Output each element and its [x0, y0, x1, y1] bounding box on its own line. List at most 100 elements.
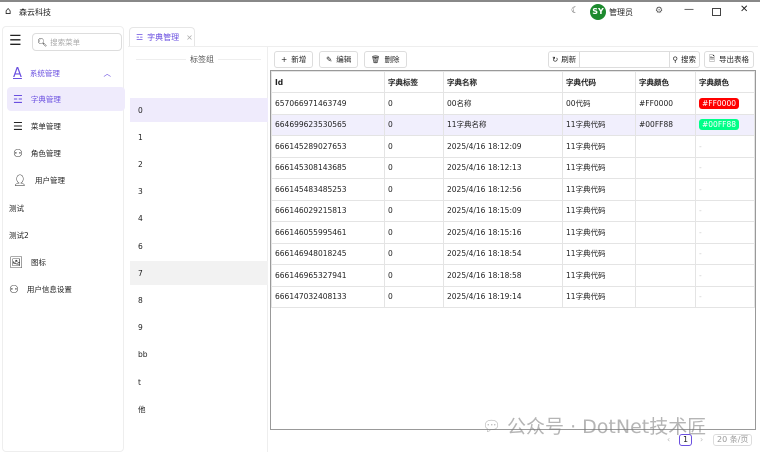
sidebar-item-role[interactable]: ⚇ 角色管理: [7, 141, 125, 165]
search-button[interactable]: ⚲ 搜索: [668, 52, 700, 67]
table-cell: 666146965327941: [271, 264, 385, 287]
column-header[interactable]: 字典标签: [384, 71, 444, 93]
label-group-item[interactable]: t: [130, 370, 268, 394]
sidebar-item-dict[interactable]: ☲ 字典管理: [7, 87, 125, 111]
label-group-item[interactable]: 2: [130, 152, 268, 176]
table-cell: 664699623530565: [271, 113, 385, 136]
table-row[interactable]: 666145483485253 0 2025/4/16 18:12:56 11字典代码…: [271, 178, 755, 201]
search-icon: ⚲: [672, 55, 679, 64]
table-cell: 0: [384, 156, 444, 179]
watermark-text: 公众号 · DotNet技术匠: [507, 416, 707, 438]
dict-icon: ☲: [13, 92, 23, 106]
item-label: 图标: [30, 257, 46, 267]
label-group-item[interactable]: 4: [130, 207, 268, 231]
label-group-item[interactable]: 6: [130, 234, 268, 258]
table-cell: 666145483485253: [271, 178, 385, 201]
label-group-item[interactable]: 1: [130, 125, 268, 149]
item-label: 测试: [9, 203, 24, 213]
column-header[interactable]: 字典代码: [562, 71, 636, 93]
table-cell: #00FF88: [695, 113, 755, 136]
table-cell: 666146948018245: [271, 242, 385, 265]
export-button[interactable]: 🗎 导出表格: [704, 51, 755, 68]
column-header[interactable]: 字典名称: [443, 71, 563, 93]
theme-moon-icon[interactable]: ☾: [571, 6, 579, 16]
next-page-button[interactable]: ›: [700, 435, 703, 444]
btn-label: 编辑: [336, 55, 352, 64]
column-header[interactable]: 字典颜色: [695, 71, 755, 93]
table-row[interactable]: 666145289027653 0 2025/4/16 18:12:09 11字典代码…: [271, 135, 755, 158]
item-label: 用户信息设置: [26, 284, 72, 294]
table-cell: 0: [384, 264, 444, 287]
sidebar-item-user[interactable]: 👤︎ 用户管理: [7, 168, 125, 192]
font-a-icon: A: [13, 65, 22, 81]
home-icon[interactable]: ⌂: [5, 6, 11, 17]
search-icon: 🔍︎: [37, 37, 48, 47]
table-row[interactable]: 666147032408133 0 2025/4/16 18:19:14 11字典代码…: [271, 285, 755, 308]
btn-label: 新增: [291, 55, 307, 64]
label-group-item[interactable]: 他: [130, 397, 268, 421]
wechat-icon: 💬︎: [482, 416, 502, 435]
table-cell: 00代码: [562, 92, 636, 115]
table-cell: [635, 285, 696, 308]
close-button[interactable]: ✕: [740, 4, 748, 15]
settings-gear-icon[interactable]: ⚙: [655, 6, 663, 16]
search-menu-input[interactable]: 🔍︎ 搜索菜单: [32, 33, 122, 51]
table-cell: 0: [384, 135, 444, 158]
table-cell: 11字典代码: [562, 242, 636, 265]
refresh-button[interactable]: ↻ 刷新: [549, 52, 581, 67]
table-row[interactable]: 666145308143685 0 2025/4/16 18:12:13 11字典代码…: [271, 156, 755, 179]
table-cell: [635, 156, 696, 179]
btn-label: 导出表格: [719, 55, 750, 64]
add-button[interactable]: + 新增: [274, 51, 314, 68]
page-size-select[interactable]: 20 条/页: [713, 434, 753, 446]
search-input[interactable]: [584, 52, 664, 67]
table-cell: 11字典名称: [443, 113, 563, 136]
prev-page-button[interactable]: ‹: [667, 435, 670, 444]
sidebar-item-user-settings[interactable]: ⚇ 用户信息设置: [3, 277, 121, 301]
table-cell: 2025/4/16 18:19:14: [443, 285, 563, 308]
sidebar-item-test[interactable]: 测试: [3, 196, 121, 220]
tab-dict[interactable]: ☲ 字典管理 ×: [129, 27, 195, 46]
column-header[interactable]: 字典颜色: [635, 71, 696, 93]
table-cell: #FF0000: [695, 92, 755, 115]
close-tab-icon[interactable]: ×: [186, 33, 193, 42]
search-group: ↻ 刷新 ⚲ 搜索: [548, 51, 700, 68]
hamburger-menu-icon[interactable]: ☰: [9, 33, 22, 49]
table-row[interactable]: 666146965327941 0 2025/4/16 18:18:58 11字典代码…: [271, 264, 755, 287]
edit-icon: ✎: [326, 55, 333, 64]
username[interactable]: 管理员: [609, 7, 633, 18]
table-row[interactable]: 666146029215813 0 2025/4/16 18:15:09 11字典代码…: [271, 199, 755, 222]
label-group-item[interactable]: 0: [130, 98, 268, 122]
edit-button[interactable]: ✎ 编辑: [319, 51, 359, 68]
table-cell: 657066971463749: [271, 92, 385, 115]
item-label: 用户管理: [34, 175, 65, 185]
sidebar-item-icons[interactable]: 🖼︎ 图标: [3, 250, 121, 274]
search-placeholder: 搜索菜单: [50, 37, 81, 47]
table-row[interactable]: 657066971463749 0 00名称 00代码 #FF0000 #FF0000: [271, 92, 755, 115]
sidebar-item-test2[interactable]: 测试2: [3, 223, 121, 247]
table-row[interactable]: 666146948018245 0 2025/4/16 18:18:54 11字典代码…: [271, 242, 755, 265]
label-group-panel: 标签组 0 1 2 3 4 6 7 8 9 bb t 他: [128, 46, 268, 452]
sidebar-group-system[interactable]: A 系统管理 ︿: [7, 61, 125, 85]
maximize-button[interactable]: [712, 8, 721, 16]
table-cell: 0: [384, 242, 444, 265]
image-icon: 🖼︎: [9, 255, 23, 269]
label-group-item[interactable]: bb: [130, 343, 268, 367]
table-row[interactable]: 666146055995461 0 2025/4/16 18:15:16 11字典代码…: [271, 221, 755, 244]
label-group-item[interactable]: 3: [130, 180, 268, 204]
label-group-item[interactable]: 7: [130, 261, 268, 286]
table-cell: -: [695, 135, 755, 158]
minimize-button[interactable]: —: [684, 4, 694, 15]
table-row[interactable]: 664699623530565 0 11字典名称 11字典代码 #00FF88 #00FF…: [271, 113, 755, 136]
delete-button[interactable]: 🗑︎ 删除: [364, 51, 407, 68]
table-cell: 11字典代码: [562, 178, 636, 201]
label-group-item[interactable]: 8: [130, 288, 268, 312]
avatar[interactable]: SY: [590, 4, 606, 20]
table-cell: 0: [384, 92, 444, 115]
page-1-button[interactable]: 1: [679, 434, 692, 446]
table-cell: 2025/4/16 18:18:58: [443, 264, 563, 287]
sidebar-item-menu[interactable]: ☰ 菜单管理: [7, 114, 125, 138]
column-header[interactable]: Id: [271, 71, 385, 93]
label-group-item[interactable]: 9: [130, 316, 268, 340]
table-cell: 666145308143685: [271, 156, 385, 179]
